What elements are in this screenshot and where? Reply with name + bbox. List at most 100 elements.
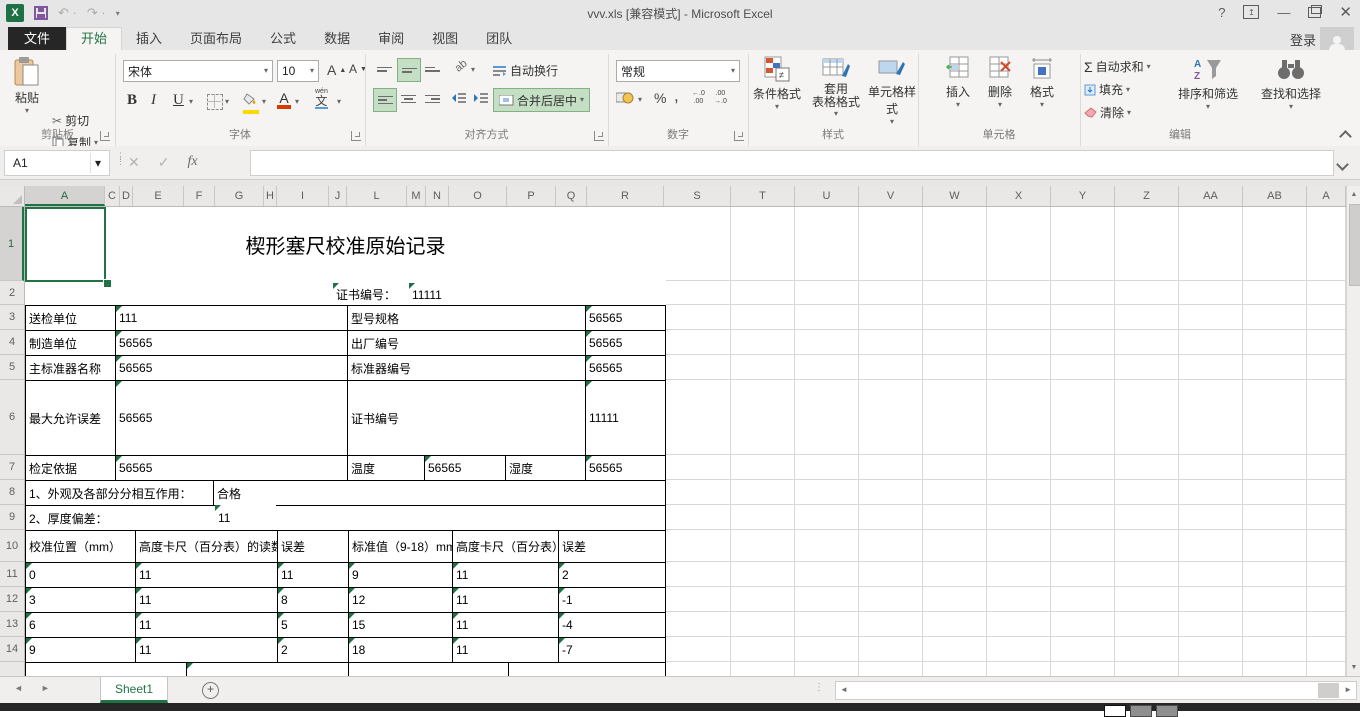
row-header-6[interactable]: 6 xyxy=(0,380,24,455)
align-middle-icon[interactable] xyxy=(397,58,421,82)
sheet-cell[interactable]: 56565 xyxy=(585,355,666,381)
sheet-cell[interactable]: 检定依据 xyxy=(25,455,116,481)
tab-review[interactable]: 审阅 xyxy=(364,27,418,50)
sheet-cell[interactable]: 11 xyxy=(135,612,278,638)
sheet-cell[interactable]: 11 xyxy=(277,562,349,588)
grid-body[interactable]: 楔形塞尺校准原始记录证书编号：11111送检单位111型号规格56565制造单位… xyxy=(25,207,1346,676)
horizontal-scroll-thumb[interactable] xyxy=(1318,683,1339,698)
sheet-cell[interactable]: 11 xyxy=(452,587,559,613)
column-header-Q[interactable]: Q xyxy=(556,186,587,206)
column-header-M[interactable]: M xyxy=(407,186,426,206)
sheet-cell[interactable]: 1、外观及各部分分相互作用： xyxy=(25,480,214,506)
sheet-cell[interactable]: 湿度 xyxy=(505,455,586,481)
sheet-cell[interactable]: 6 xyxy=(25,612,136,638)
formula-bar-expand-icon[interactable] xyxy=(1338,156,1347,174)
page-break-view-icon[interactable] xyxy=(1156,705,1178,717)
sheet-cell[interactable]: 56565 xyxy=(115,380,348,456)
row-header-x[interactable] xyxy=(0,662,24,676)
sheet-cell[interactable]: 标准值（9-18）mm xyxy=(348,530,453,563)
column-header-I[interactable]: I xyxy=(277,186,329,206)
sheet-cell[interactable]: 标准器编号 xyxy=(347,355,586,381)
sheet-cell[interactable]: 合格 xyxy=(213,480,666,506)
sheet-cell[interactable]: 主标准器名称 xyxy=(25,355,116,381)
scroll-left-icon[interactable]: ◄ xyxy=(840,685,848,694)
font-dialog-launcher-icon[interactable] xyxy=(351,131,361,141)
clipboard-dialog-launcher-icon[interactable] xyxy=(100,131,110,141)
column-header-P[interactable]: P xyxy=(507,186,556,206)
cell-styles-button[interactable]: 单元格样式▾ xyxy=(866,56,918,126)
column-header-D[interactable]: D xyxy=(120,186,133,206)
sheet-cell[interactable]: 证书编号： xyxy=(333,283,410,306)
sheet-cell[interactable]: 12 xyxy=(348,587,453,613)
sheet-nav-left-icon[interactable]: ◄ xyxy=(14,683,23,693)
row-header-5[interactable]: 5 xyxy=(0,355,24,380)
comma-style-icon[interactable]: , xyxy=(674,86,679,106)
column-header-X[interactable]: X xyxy=(987,186,1051,206)
sheet-cell[interactable] xyxy=(186,662,349,676)
row-header-12[interactable]: 12 xyxy=(0,587,24,612)
sheetbar-splitter[interactable]: ⋮ xyxy=(814,682,824,693)
clear-button[interactable]: 清除▾ xyxy=(1084,104,1131,121)
ribbon-display-options-icon[interactable]: ↥ xyxy=(1243,5,1259,19)
column-header-J[interactable]: J xyxy=(329,186,347,206)
font-family-select[interactable]: 宋体▾ xyxy=(123,60,273,82)
number-dialog-launcher-icon[interactable] xyxy=(734,131,744,141)
horizontal-scrollbar[interactable]: ◄ ► xyxy=(835,681,1357,700)
sheet-cell[interactable]: 8 xyxy=(277,587,349,613)
tab-team[interactable]: 团队 xyxy=(472,27,526,50)
column-header-W[interactable]: W xyxy=(923,186,987,206)
restore-icon[interactable] xyxy=(1308,7,1321,18)
page-layout-view-icon[interactable] xyxy=(1130,705,1152,717)
sheet-cell[interactable]: 11 xyxy=(452,612,559,638)
sheet-cell[interactable]: -7 xyxy=(558,637,666,663)
column-header-Y[interactable]: Y xyxy=(1051,186,1115,206)
column-header-G[interactable]: G xyxy=(215,186,264,206)
sheet-cell[interactable]: 56565 xyxy=(115,455,348,481)
number-format-select[interactable]: 常规▾ xyxy=(616,60,740,82)
decrease-decimal-icon[interactable]: .00→.0 xyxy=(714,90,727,106)
fill-handle[interactable] xyxy=(103,279,112,288)
formula-input[interactable] xyxy=(250,150,1334,176)
phonetic-guide-icon[interactable]: wén 文 xyxy=(315,88,328,109)
sheet-cell[interactable]: 0 xyxy=(25,562,136,588)
sheet-cell[interactable]: 11 xyxy=(135,562,278,588)
sheet-cell[interactable]: 56565 xyxy=(115,355,348,381)
scroll-up-icon[interactable]: ▲ xyxy=(1347,186,1360,203)
sheet-cell[interactable]: 误差 xyxy=(558,530,666,563)
underline-dropdown-icon[interactable]: ▾ xyxy=(189,98,193,106)
insert-cells-button[interactable]: 插入▾ xyxy=(938,56,978,109)
close-icon[interactable]: ✕ xyxy=(1339,3,1352,21)
sheet-cell[interactable]: 11 xyxy=(215,505,276,531)
italic-button[interactable]: I xyxy=(151,92,156,109)
sheet-cell[interactable]: 制造单位 xyxy=(25,330,116,356)
tab-data[interactable]: 数据 xyxy=(310,27,364,50)
sheet-cell[interactable]: 温度 xyxy=(347,455,425,481)
sheet-cell[interactable]: 11 xyxy=(452,562,559,588)
font-color-dropdown-icon[interactable]: ▾ xyxy=(295,98,299,106)
sheet-cell[interactable]: 9 xyxy=(348,562,453,588)
row-header-14[interactable]: 14 xyxy=(0,637,24,662)
accounting-dropdown-icon[interactable]: ▾ xyxy=(638,96,642,104)
delete-cells-button[interactable]: 删除▾ xyxy=(980,56,1020,109)
sheet-cell[interactable]: 校准位置（mm） xyxy=(25,530,136,563)
scroll-right-icon[interactable]: ► xyxy=(1344,685,1352,694)
sheet-cell[interactable]: 56565 xyxy=(585,455,666,481)
name-box[interactable]: A1 ▾ xyxy=(4,150,110,176)
sheet-cell[interactable]: 11111 xyxy=(585,380,666,456)
sheet-cell[interactable]: 2 xyxy=(558,562,666,588)
sheet-cell[interactable]: 高度卡尺（百分表） xyxy=(452,530,559,563)
column-header-E[interactable]: E xyxy=(133,186,184,206)
sheet-cell[interactable]: 楔形塞尺校准原始记录 xyxy=(25,207,666,282)
column-header-U[interactable]: U xyxy=(795,186,859,206)
sheet-nav-right-icon[interactable]: ► xyxy=(41,683,50,693)
sheet-cell[interactable]: 56565 xyxy=(585,330,666,356)
merge-center-button[interactable]: 合并后居中▾ xyxy=(493,88,590,112)
row-header-11[interactable]: 11 xyxy=(0,562,24,587)
autosum-button[interactable]: Σ 自动求和▾ xyxy=(1084,58,1151,75)
borders-dropdown-icon[interactable]: ▾ xyxy=(225,98,229,106)
row-header-2[interactable]: 2 xyxy=(0,281,24,305)
row-header-13[interactable]: 13 xyxy=(0,612,24,637)
name-box-dropdown-icon[interactable]: ▾ xyxy=(90,153,105,173)
cancel-icon[interactable]: ✕ xyxy=(128,154,140,171)
increase-indent-icon[interactable] xyxy=(473,92,489,104)
